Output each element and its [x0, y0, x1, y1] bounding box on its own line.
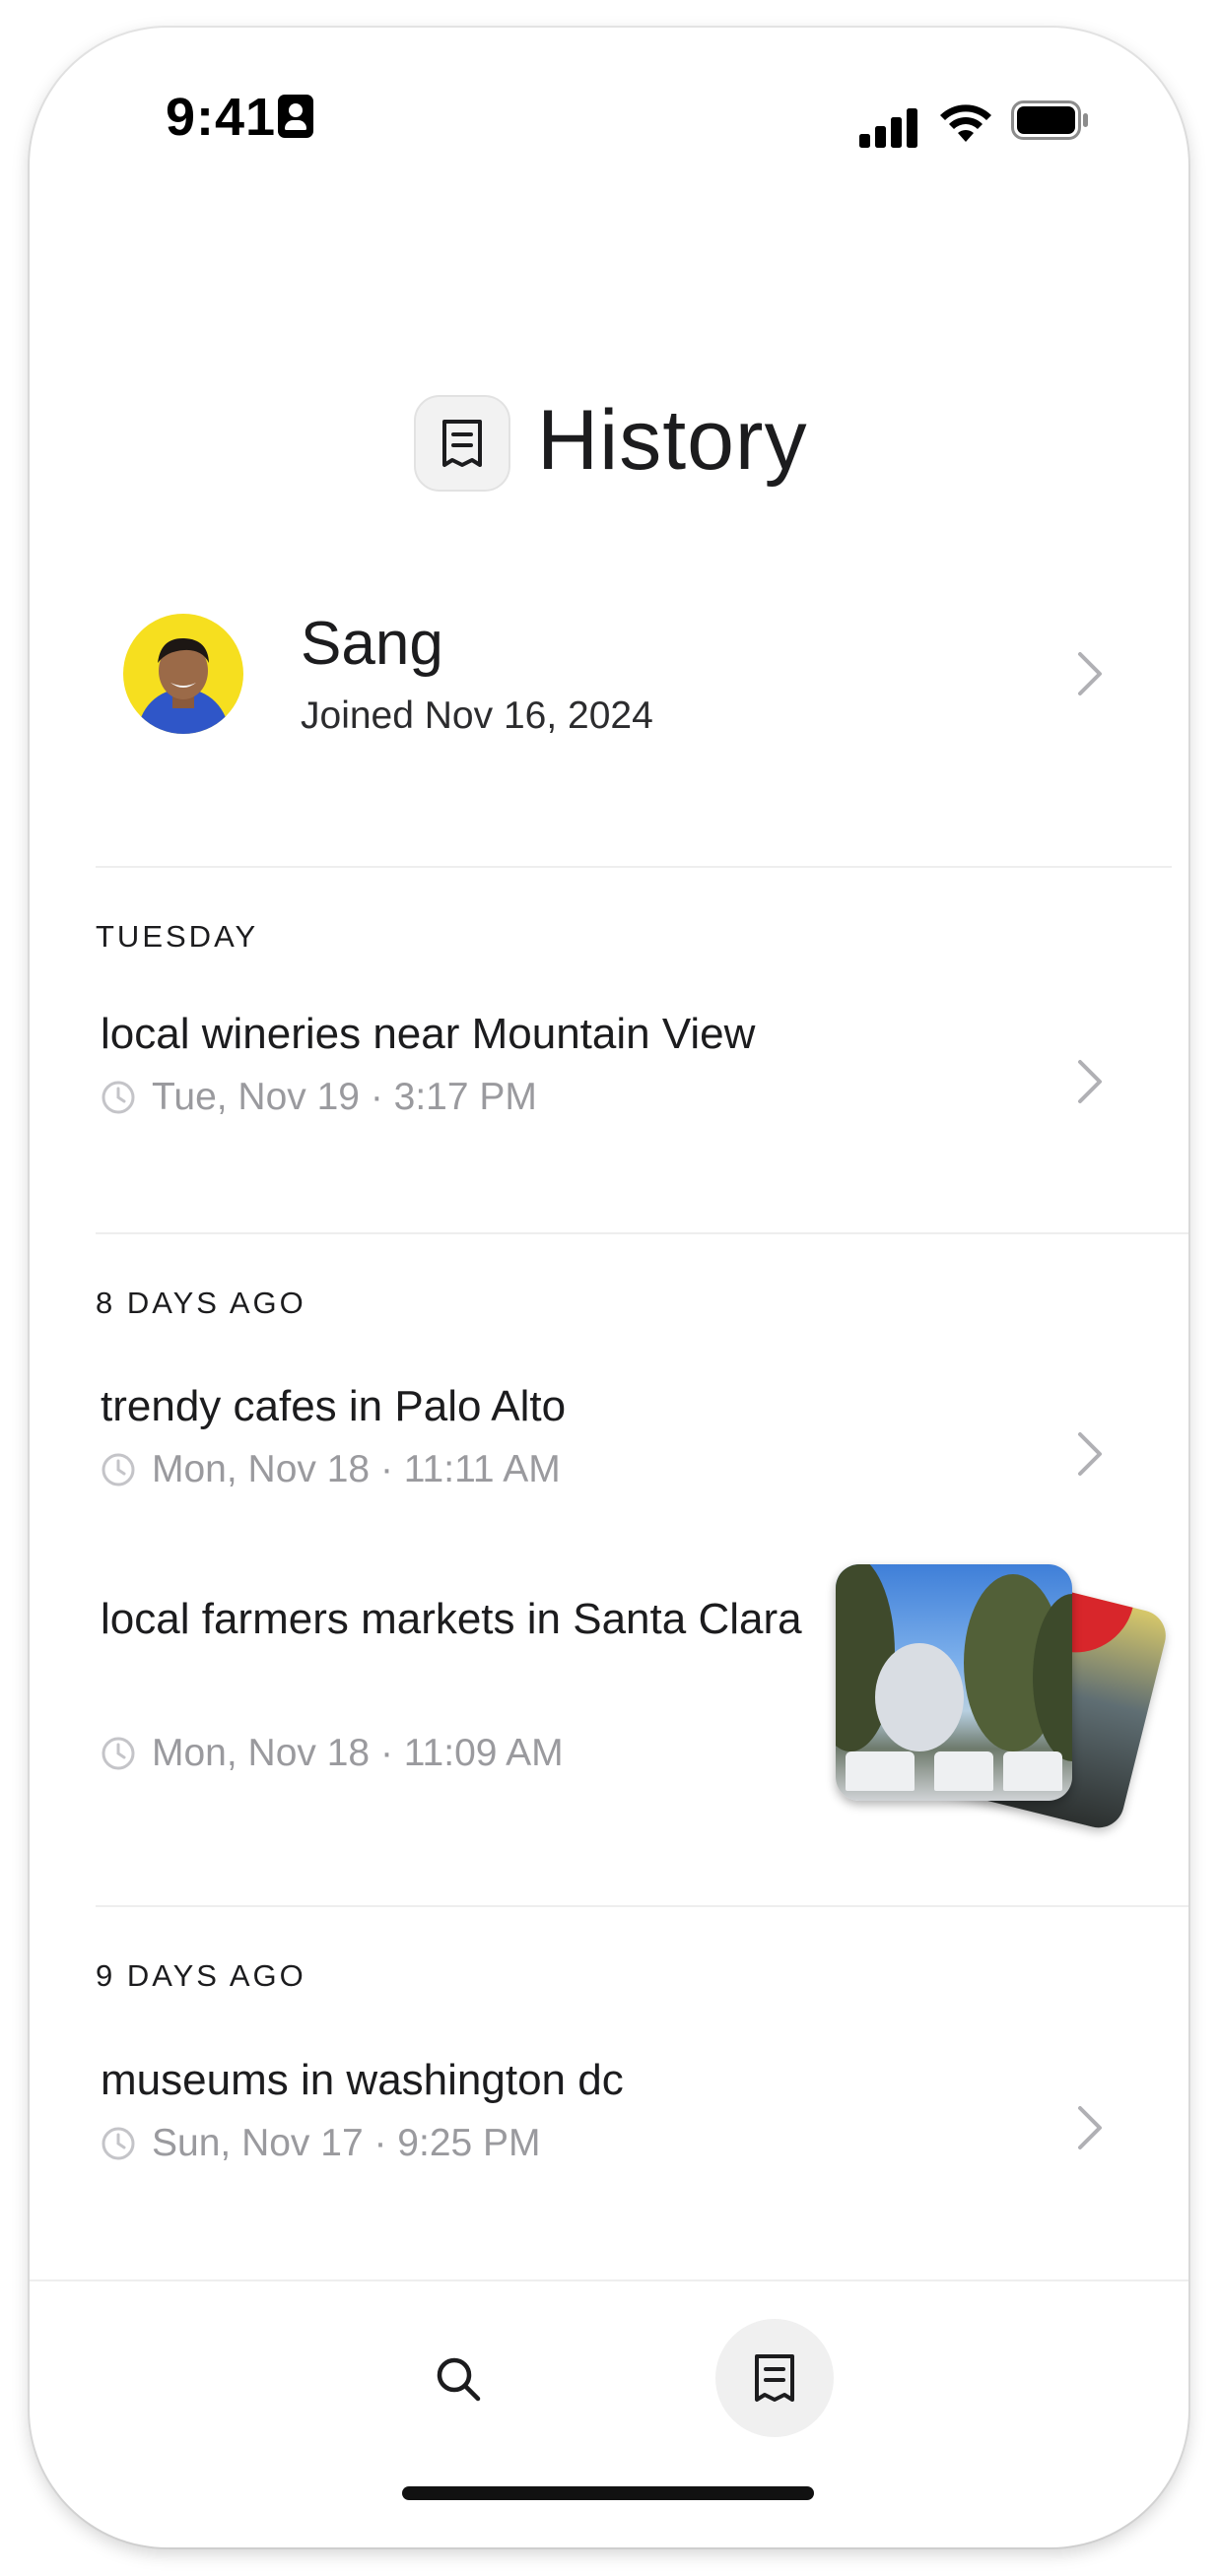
history-item-timestamp: Tue, Nov 19 · 3:17 PM	[152, 1076, 537, 1118]
history-item-meta: Mon, Nov 18 · 11:11 AM	[101, 1448, 561, 1491]
clock-icon	[102, 2127, 135, 2160]
history-item-title: museums in washington dc	[101, 2056, 624, 2104]
history-item-meta: Sun, Nov 17 · 9:25 PM	[101, 2122, 541, 2165]
wifi-icon	[940, 104, 991, 142]
history-item-timestamp: Sun, Nov 17 · 9:25 PM	[152, 2122, 541, 2164]
history-item-meta: Tue, Nov 19 · 3:17 PM	[101, 1076, 537, 1119]
divider	[96, 1905, 1188, 1907]
profile-name: Sang	[301, 610, 443, 678]
phone-frame: 9:41 History Sang Joined Nov 16, 2024 TU…	[30, 28, 1188, 2547]
history-item-meta: Mon, Nov 18 · 11:09 AM	[101, 1732, 564, 1775]
history-item-timestamp: Mon, Nov 18 · 11:09 AM	[152, 1732, 564, 1774]
divider	[96, 866, 1172, 868]
chevron-right-icon	[1078, 652, 1102, 695]
section-label-9-days-ago: 9 DAYS AGO	[96, 1958, 306, 1993]
section-label-8-days-ago: 8 DAYS AGO	[96, 1286, 306, 1320]
bottom-nav-divider	[30, 2279, 1188, 2281]
status-time: 9:41	[166, 88, 277, 147]
nav-history-button[interactable]	[715, 2319, 834, 2437]
photo-thumbnail	[836, 1564, 1072, 1801]
avatar	[123, 614, 243, 734]
signal-icon	[859, 108, 917, 148]
search-icon	[437, 2357, 481, 2402]
nav-search-button[interactable]	[424, 2345, 493, 2413]
page-title: History	[537, 393, 808, 488]
section-label-tuesday: TUESDAY	[96, 919, 259, 954]
history-header-icon	[414, 395, 510, 492]
chevron-right-icon	[1078, 1060, 1102, 1103]
history-item-timestamp: Mon, Nov 18 · 11:11 AM	[152, 1448, 561, 1490]
clock-icon	[102, 1081, 135, 1114]
receipt-icon	[442, 420, 482, 467]
chevron-right-icon	[1078, 1432, 1102, 1476]
contact-card-icon	[278, 95, 313, 138]
home-indicator[interactable]	[402, 2486, 814, 2500]
history-item-title: local wineries near Mountain View	[101, 1010, 756, 1058]
divider	[96, 1232, 1188, 1234]
history-item-title: trendy cafes in Palo Alto	[101, 1382, 567, 1430]
battery-icon	[1011, 100, 1088, 140]
history-item-title: local farmers markets in Santa Clara	[101, 1595, 802, 1643]
chevron-right-icon	[1078, 2106, 1102, 2149]
clock-icon	[102, 1737, 135, 1770]
clock-icon	[102, 1453, 135, 1486]
profile-joined-date: Joined Nov 16, 2024	[301, 694, 653, 737]
receipt-icon	[755, 2354, 794, 2402]
photo-thumbnail-stack[interactable]	[836, 1564, 1172, 1833]
